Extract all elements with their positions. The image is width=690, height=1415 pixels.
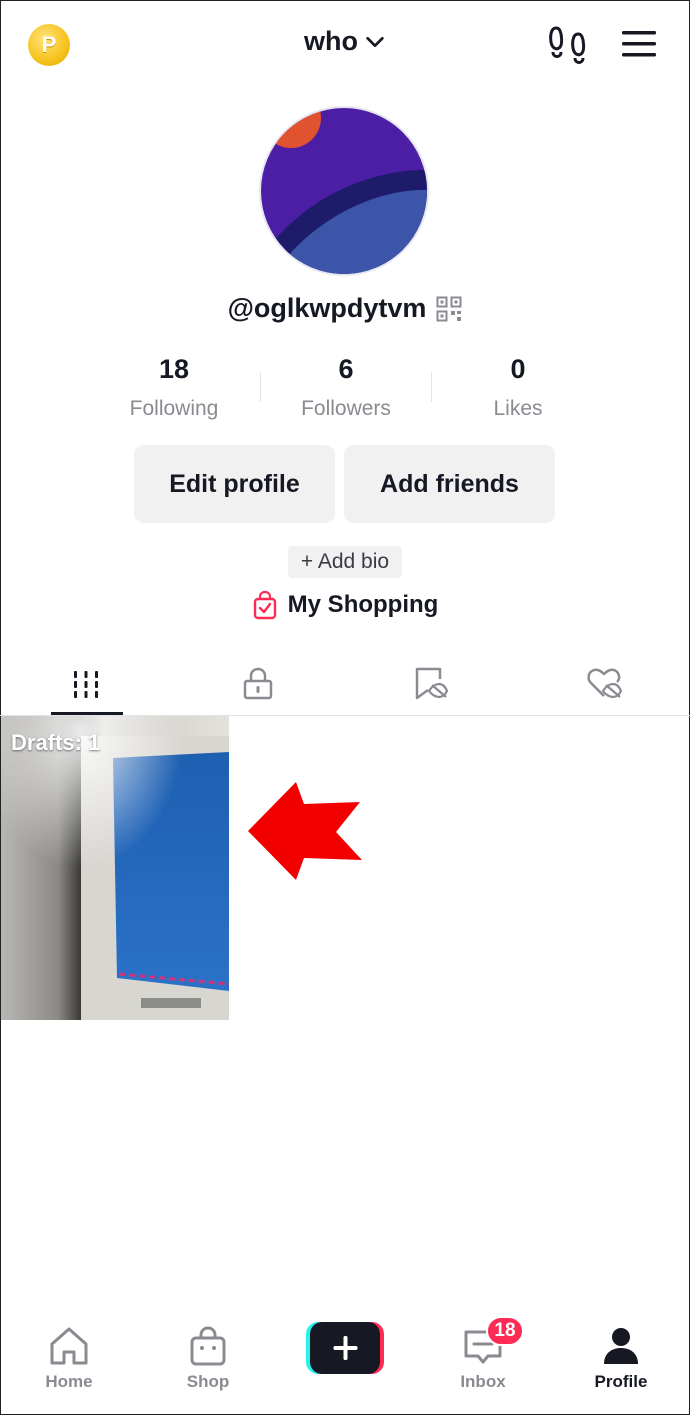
stat-likes[interactable]: 0 Likes: [432, 348, 604, 428]
nav-home-label: Home: [45, 1372, 93, 1391]
inbox-badge: 18: [486, 1316, 524, 1346]
account-title: who: [304, 26, 358, 56]
footprints-icon[interactable]: [548, 24, 588, 66]
stat-divider: [260, 372, 261, 402]
chevron-down-icon: [366, 36, 384, 47]
draft-preview-image: [1, 716, 229, 1020]
edit-profile-button[interactable]: Edit profile: [134, 445, 335, 523]
stat-divider: [431, 372, 432, 402]
stat-following[interactable]: 18 Following: [88, 348, 260, 428]
home-icon: [50, 1327, 88, 1365]
tab-videos[interactable]: [0, 650, 172, 716]
liked-hidden-icon: [587, 668, 622, 699]
stat-value: 0: [510, 354, 526, 384]
menu-icon[interactable]: [620, 28, 658, 60]
content-tabs: [0, 650, 690, 716]
tab-liked[interactable]: [518, 650, 690, 716]
nav-home[interactable]: Home: [19, 1324, 119, 1392]
red-arrow-annotation: [248, 782, 362, 880]
avatar[interactable]: [259, 106, 429, 276]
nav-inbox-label: Inbox: [460, 1372, 506, 1391]
profile-person-icon: [604, 1328, 638, 1364]
drafts-thumbnail[interactable]: Drafts: 1: [1, 716, 229, 1020]
add-friends-button[interactable]: Add friends: [344, 445, 555, 523]
my-shopping-link[interactable]: My Shopping: [0, 590, 690, 620]
stat-followers[interactable]: 6 Followers: [260, 348, 432, 428]
username: @oglkwpdytvm: [227, 293, 427, 323]
bookmark-eye-icon: [415, 667, 448, 700]
active-tab-indicator: [51, 712, 123, 715]
grid-icon: [74, 671, 98, 698]
tab-private[interactable]: [172, 650, 344, 716]
tab-favorites[interactable]: [344, 650, 516, 716]
drafts-count-label: Drafts: 1: [11, 730, 101, 755]
shop-bag-icon: [190, 1326, 226, 1366]
username-row: @oglkwpdytvm: [0, 293, 690, 324]
add-bio-button[interactable]: + Add bio: [288, 546, 402, 578]
my-shopping-label: My Shopping: [287, 591, 439, 618]
qr-code-icon[interactable]: [436, 296, 462, 322]
lock-icon: [243, 667, 273, 700]
stat-value: 6: [338, 354, 354, 384]
stat-label: Likes: [493, 397, 543, 420]
create-plus-button[interactable]: [306, 1322, 384, 1374]
stat-value: 18: [158, 354, 190, 384]
stat-label: Followers: [301, 397, 391, 420]
nav-profile-label: Profile: [594, 1372, 648, 1391]
nav-shop[interactable]: Shop: [158, 1324, 258, 1392]
stat-label: Following: [129, 397, 219, 420]
nav-shop-label: Shop: [186, 1372, 230, 1391]
nav-profile[interactable]: Profile: [571, 1324, 671, 1392]
shopping-bag-icon: [253, 590, 276, 620]
profile-stats: 18 Following 6 Followers 0 Likes: [88, 348, 604, 428]
